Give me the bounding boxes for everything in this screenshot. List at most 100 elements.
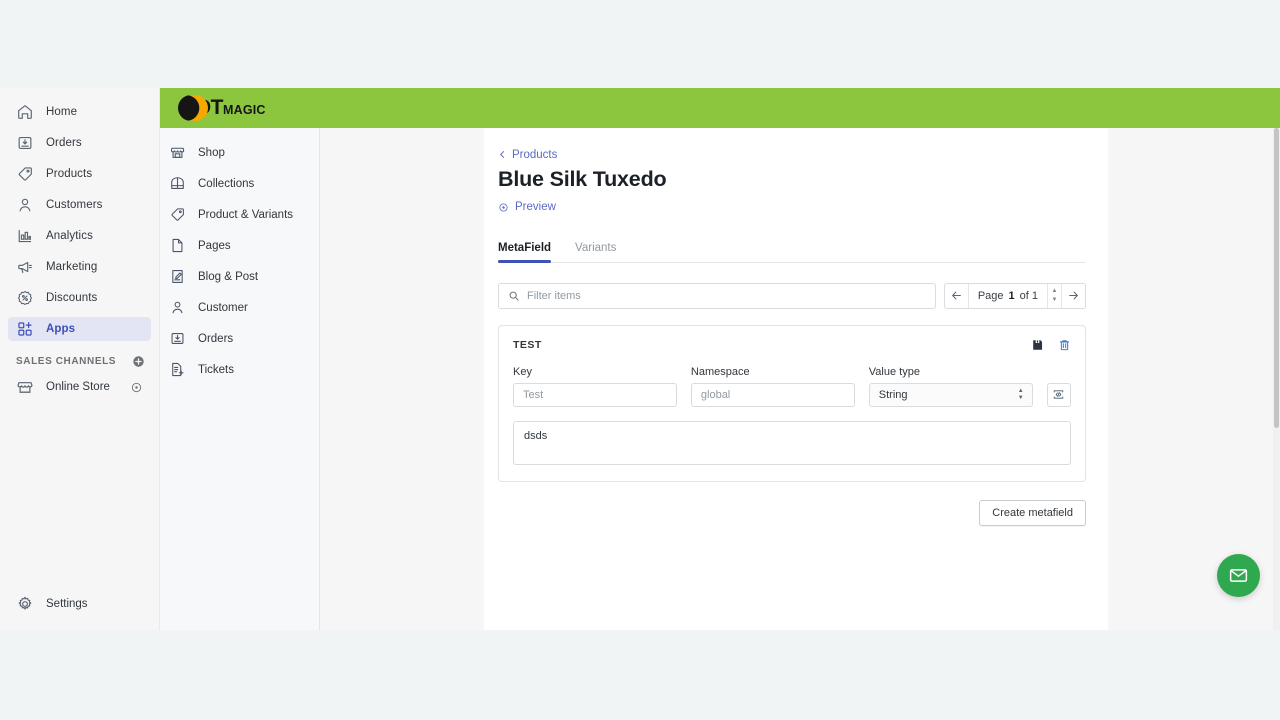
sidebar-item-analytics[interactable]: Analytics bbox=[8, 224, 151, 248]
key-input[interactable]: Test bbox=[513, 382, 677, 407]
breadcrumb[interactable]: Products bbox=[498, 149, 557, 161]
sidebar-item-apps[interactable]: Apps bbox=[8, 317, 151, 341]
sidebar-item-label: Products bbox=[46, 168, 93, 180]
app-nav-label: Tickets bbox=[198, 363, 234, 376]
pagination-page-number: 1 bbox=[1008, 289, 1015, 302]
settings-label: Settings bbox=[46, 598, 88, 610]
create-metafield-button[interactable]: Create metafield bbox=[979, 499, 1086, 526]
pagination-info: Page 1 of 1 bbox=[969, 284, 1047, 308]
value-type-select[interactable]: String ▲ ▼ bbox=[868, 382, 1033, 407]
page-title: Blue Silk Tuxedo bbox=[498, 166, 667, 191]
chevron-left-icon bbox=[500, 151, 505, 158]
discounts-percent-icon bbox=[17, 290, 33, 306]
sidebar-item-label: Analytics bbox=[46, 230, 93, 242]
tab-bar: MetaField Variants bbox=[498, 242, 1086, 263]
brand-magic: MAGIC bbox=[223, 103, 266, 117]
product-tag-icon bbox=[171, 208, 184, 221]
sidebar-item-products[interactable]: Products bbox=[8, 162, 151, 186]
sidebar-item-online-store[interactable]: Online Store bbox=[8, 375, 151, 399]
arrow-left-icon bbox=[951, 291, 961, 300]
value-type-field-group: Value type String ▲ ▼ bbox=[868, 366, 1033, 407]
primary-nav-list: Home Orders Products Customers Analytics… bbox=[0, 88, 159, 341]
metafield-actions bbox=[1031, 338, 1071, 352]
app-nav-label: Product & Variants bbox=[198, 208, 294, 221]
sidebar-item-customers[interactable]: Customers bbox=[8, 193, 151, 217]
value-type-selected: String bbox=[878, 388, 908, 401]
app-nav-label: Pages bbox=[198, 239, 231, 252]
channel-label: Online Store bbox=[46, 381, 110, 393]
orders-box-icon bbox=[171, 333, 184, 344]
brand-banner: DT MAGIC bbox=[160, 88, 1280, 128]
orders-icon bbox=[18, 137, 32, 149]
app-nav-pages[interactable]: Pages bbox=[160, 235, 319, 256]
app-nav-tickets[interactable]: Tickets bbox=[160, 359, 319, 380]
search-input[interactable] bbox=[527, 289, 926, 302]
ticket-add-icon bbox=[172, 362, 184, 377]
collections-icon bbox=[171, 177, 184, 189]
app-secondary-sidebar: Shop Collections Product & Variants Page… bbox=[160, 128, 320, 630]
app-nav-label: Blog & Post bbox=[198, 270, 259, 283]
app-nav-product-variants[interactable]: Product & Variants bbox=[160, 204, 319, 225]
tab-metafield[interactable]: MetaField bbox=[498, 242, 552, 263]
page-inner: Products Blue Silk Tuxedo Preview MetaFi… bbox=[484, 128, 1108, 526]
code-editor-button[interactable] bbox=[1046, 382, 1072, 407]
add-channel-icon[interactable] bbox=[132, 355, 145, 368]
sidebar-item-marketing[interactable]: Marketing bbox=[8, 255, 151, 279]
sidebar-item-label: Discounts bbox=[46, 292, 98, 304]
app-frame: Home Orders Products Customers Analytics… bbox=[0, 88, 1280, 630]
breadcrumb-label: Products bbox=[512, 148, 558, 161]
chevron-updown-icon: ▲ ▼ bbox=[1017, 387, 1024, 401]
customer-icon bbox=[172, 301, 183, 314]
metafield-fields: Key Test Namespace global Value type Str… bbox=[513, 366, 1072, 407]
pagination-page-label: Page bbox=[977, 289, 1004, 302]
scrollbar-thumb[interactable] bbox=[1274, 128, 1279, 428]
eye-icon bbox=[499, 202, 508, 212]
pagination-of-label: of 1 bbox=[1019, 289, 1038, 302]
app-nav-customer[interactable]: Customer bbox=[160, 297, 319, 318]
app-nav-orders[interactable]: Orders bbox=[160, 328, 319, 349]
sales-channels-header: SALES CHANNELS bbox=[16, 355, 145, 368]
namespace-field-group: Namespace global bbox=[690, 366, 855, 407]
sidebar-item-label: Home bbox=[46, 106, 78, 118]
shop-icon bbox=[170, 147, 185, 158]
sidebar-item-settings[interactable]: Settings bbox=[8, 592, 96, 616]
namespace-input[interactable]: global bbox=[690, 382, 855, 407]
pagination-next-button[interactable] bbox=[1061, 283, 1085, 308]
save-floppy-icon[interactable] bbox=[1031, 338, 1044, 352]
stepper-up-icon: ▲ bbox=[1051, 287, 1058, 294]
chat-support-button[interactable] bbox=[1217, 554, 1260, 597]
main-scrollbar[interactable] bbox=[1273, 128, 1280, 630]
pagination-control: Page 1 of 1 ▲ ▼ bbox=[943, 282, 1086, 309]
pagination-prev-button[interactable] bbox=[945, 283, 969, 308]
embedded-app-area: DT MAGIC Shop Collections Product & Vari… bbox=[160, 88, 1280, 630]
app-nav-collections[interactable]: Collections bbox=[160, 173, 319, 194]
preview-label: Preview bbox=[515, 201, 556, 213]
metafield-value-textarea[interactable]: dsds bbox=[513, 420, 1071, 465]
metafield-card-header: TEST bbox=[513, 338, 1071, 352]
app-nav-shop[interactable]: Shop bbox=[160, 142, 319, 163]
key-field-group: Key Test bbox=[513, 366, 677, 407]
app-nav-blog-post[interactable]: Blog & Post bbox=[160, 266, 319, 287]
sidebar-item-orders[interactable]: Orders bbox=[8, 131, 151, 155]
storefront-icon bbox=[17, 382, 33, 393]
footer-actions: Create metafield bbox=[498, 499, 1086, 526]
dtmagic-logo: DT MAGIC bbox=[178, 94, 266, 122]
primary-sidebar: Home Orders Products Customers Analytics… bbox=[0, 88, 160, 630]
metafield-card: TEST Key Test Namespace global Value typ… bbox=[498, 324, 1086, 482]
preview-eye-icon[interactable] bbox=[130, 381, 143, 394]
analytics-bars-icon bbox=[18, 230, 32, 243]
preview-link[interactable]: Preview bbox=[498, 201, 556, 213]
dtmagic-logo-icon bbox=[178, 94, 208, 122]
gear-icon bbox=[18, 596, 32, 610]
sidebar-item-label: Marketing bbox=[46, 261, 98, 273]
trash-delete-icon[interactable] bbox=[1058, 338, 1071, 352]
home-icon bbox=[18, 105, 32, 119]
app-nav-label: Collections bbox=[198, 177, 255, 190]
tab-variants[interactable]: Variants bbox=[575, 242, 616, 262]
filter-search-box[interactable] bbox=[498, 282, 936, 309]
sidebar-item-discounts[interactable]: Discounts bbox=[8, 286, 151, 310]
sidebar-item-home[interactable]: Home bbox=[8, 100, 151, 124]
customers-icon bbox=[19, 198, 31, 212]
pagination-stepper[interactable]: ▲ ▼ bbox=[1047, 283, 1061, 308]
app-nav-label: Orders bbox=[198, 332, 234, 345]
